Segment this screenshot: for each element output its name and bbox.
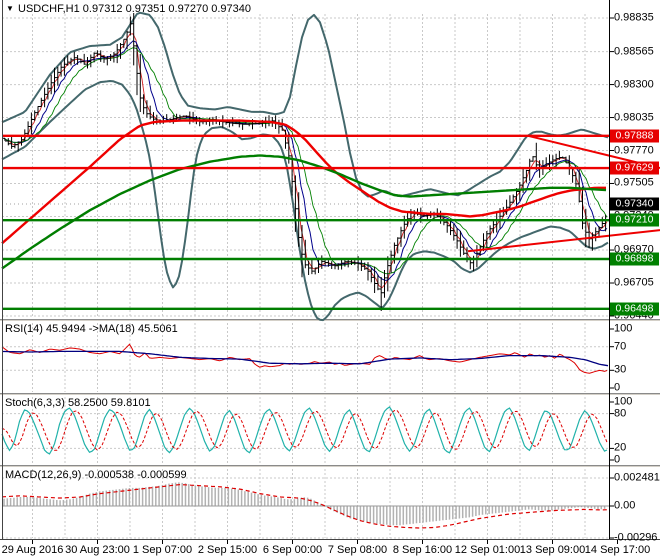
time-label: 30 Aug 23:00 [65,544,130,556]
price-grid-label: 0.98300 [614,78,654,91]
macd-axis-label: 0.00 [614,499,636,512]
time-label: 29 Aug 2016 [1,544,64,556]
time-label: 1 Sep 07:00 [132,544,193,556]
price-grid-label: 0.98835 [614,11,654,24]
rsi-axis-label: 0 [614,381,621,394]
stoch-axis-label: 100 [614,395,633,408]
price-badge-black: 0.97340 [610,197,659,211]
price-badge-green: 0.96498 [610,302,659,316]
symbol-dropdown-icon[interactable]: ▼ [6,4,14,14]
time-label: 13 Sep 09:00 [519,544,586,556]
time-label: 7 Sep 08:00 [327,544,388,556]
price-grid-label: 0.98035 [614,111,654,124]
chart-title: USDCHF,H1 0.97312 0.97351 0.97270 0.9734… [18,3,252,15]
time-label: 8 Sep 16:00 [392,544,453,556]
time-label: 14 Sep 17:00 [584,544,651,556]
rsi-indicator-label: RSI(14) 45.9494 ->MA(18) 45.5061 [5,323,178,335]
mt4-chart-window: ▼ USDCHF,H1 0.97312 0.97351 0.97270 0.97… [0,0,660,560]
stoch-axis-label: 0 [614,453,621,466]
stoch-indicator-label: Stoch(6,3,3) 58.2500 59.8101 [5,397,151,409]
macd-axis-label: -0.00296 [614,531,658,544]
price-badge-red: 0.97888 [610,129,659,143]
stoch-axis-label: 80 [614,407,627,420]
price-badge-green: 0.97210 [610,213,659,227]
rsi-axis-label: 70 [614,340,627,353]
price-badge-red: 0.97629 [610,161,659,175]
macd-axis-label: 0.002481 [614,471,660,484]
time-label: 6 Sep 00:00 [262,544,323,556]
rsi-axis-label: 100 [614,322,633,335]
price-grid-label: 0.97505 [614,176,654,189]
time-label: 2 Sep 15:00 [197,544,258,556]
price-grid-label: 0.97770 [614,144,654,156]
rsi-axis-label: 30 [614,363,627,376]
price-badge-green: 0.96898 [610,252,659,266]
price-grid-label: 0.96705 [614,276,654,289]
macd-indicator-label: MACD(12,26,9) -0.000538 -0.000599 [5,469,187,481]
time-label: 12 Sep 01:00 [454,544,521,556]
stoch-axis-label: 20 [614,441,627,454]
price-grid-label: 0.98565 [614,45,654,58]
